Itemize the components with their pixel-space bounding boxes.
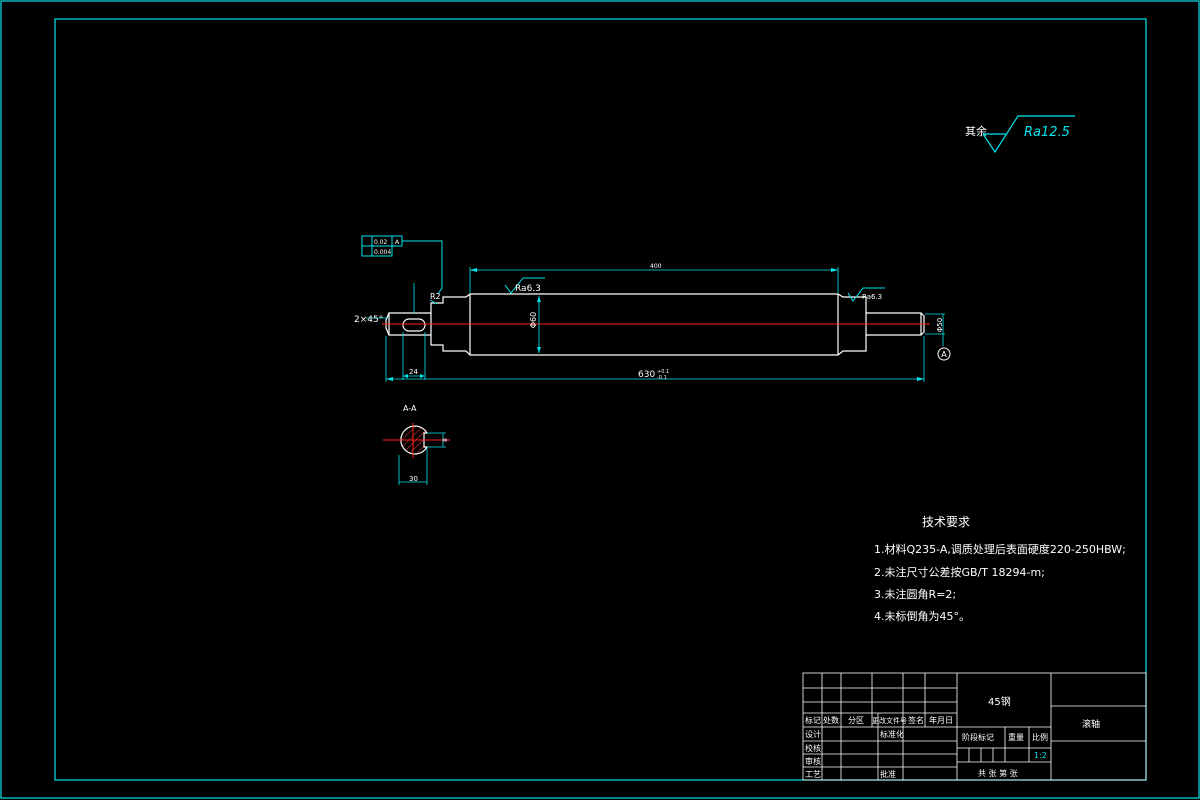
- tb-role-review: 审核: [805, 756, 821, 766]
- tb-header-zone: 分区: [848, 716, 864, 725]
- tol-lower: -0.1: [657, 375, 667, 381]
- tb-header-sign: 签名: [908, 715, 924, 725]
- tech-req-item-2: 2.未注尺寸公差按GB/T 18294-m;: [874, 565, 1045, 579]
- tb-header-mark: 标记: [805, 715, 821, 725]
- fcf-tol-1: 0.02: [374, 239, 388, 246]
- tb-role-design: 设计: [805, 729, 821, 739]
- roughness-value: Ra12.5: [1024, 125, 1070, 140]
- tb-sheet-text: 共 张 第 张: [978, 768, 1018, 778]
- tb-header-date: 年月日: [929, 715, 953, 725]
- main-diameter-dim: Φ60: [529, 312, 538, 328]
- top-length-dim: 400: [650, 263, 662, 270]
- tb-header-count: 处数: [823, 715, 839, 725]
- section-width-dim: 30: [409, 475, 418, 483]
- tb-role-check: 校核: [805, 743, 821, 753]
- left-chamfer-label: 2×45°: [354, 315, 383, 325]
- tech-req-item-3: 3.未注圆角R=2;: [874, 587, 956, 601]
- datum-letter: A: [941, 350, 947, 359]
- tb-header-doc: 更改文件号: [872, 716, 907, 725]
- tb-approve-label: 批准: [880, 769, 896, 779]
- tb-std-label: 标准化: [880, 729, 904, 739]
- fcf-tol-2: 0.004: [374, 249, 391, 256]
- roughness-local-2: Ra6.3: [862, 293, 882, 301]
- cad-drawing: 其余 Ra12.5 0.02 A 0.004 Ra6.3 Ra6.3 R2 2×…: [0, 0, 1200, 799]
- tb-scale-label: 比例: [1032, 732, 1048, 742]
- right-diameter-dim: Φ50: [936, 318, 944, 332]
- tb-material: 45钢: [988, 695, 1011, 708]
- total-length-dim: 630: [638, 370, 655, 380]
- tb-scale-value: 1:2: [1034, 751, 1047, 760]
- section-title: A-A: [403, 404, 417, 413]
- fcf-datum: A: [395, 239, 400, 246]
- tb-role-process: 工艺: [805, 770, 821, 779]
- section-key-dim: 8: [442, 438, 449, 442]
- tb-part-name: 滚轴: [1082, 718, 1100, 730]
- outer-border: [0, 0, 1200, 799]
- keyway-length-dim: 24: [409, 368, 418, 376]
- tb-stage-label: 阶段标记: [962, 732, 994, 742]
- tech-req-title: 技术要求: [922, 515, 970, 529]
- chamfer-label: R2: [430, 292, 441, 301]
- roughness-mark-icon: [504, 277, 885, 302]
- roughness-local-1: Ra6.3: [515, 284, 541, 294]
- tb-weight-label: 重量: [1008, 732, 1024, 742]
- tech-req-item-1: 1.材料Q235-A,调质处理后表面硬度220-250HBW;: [874, 542, 1126, 556]
- tech-req-item-4: 4.未标倒角为45°。: [874, 609, 970, 623]
